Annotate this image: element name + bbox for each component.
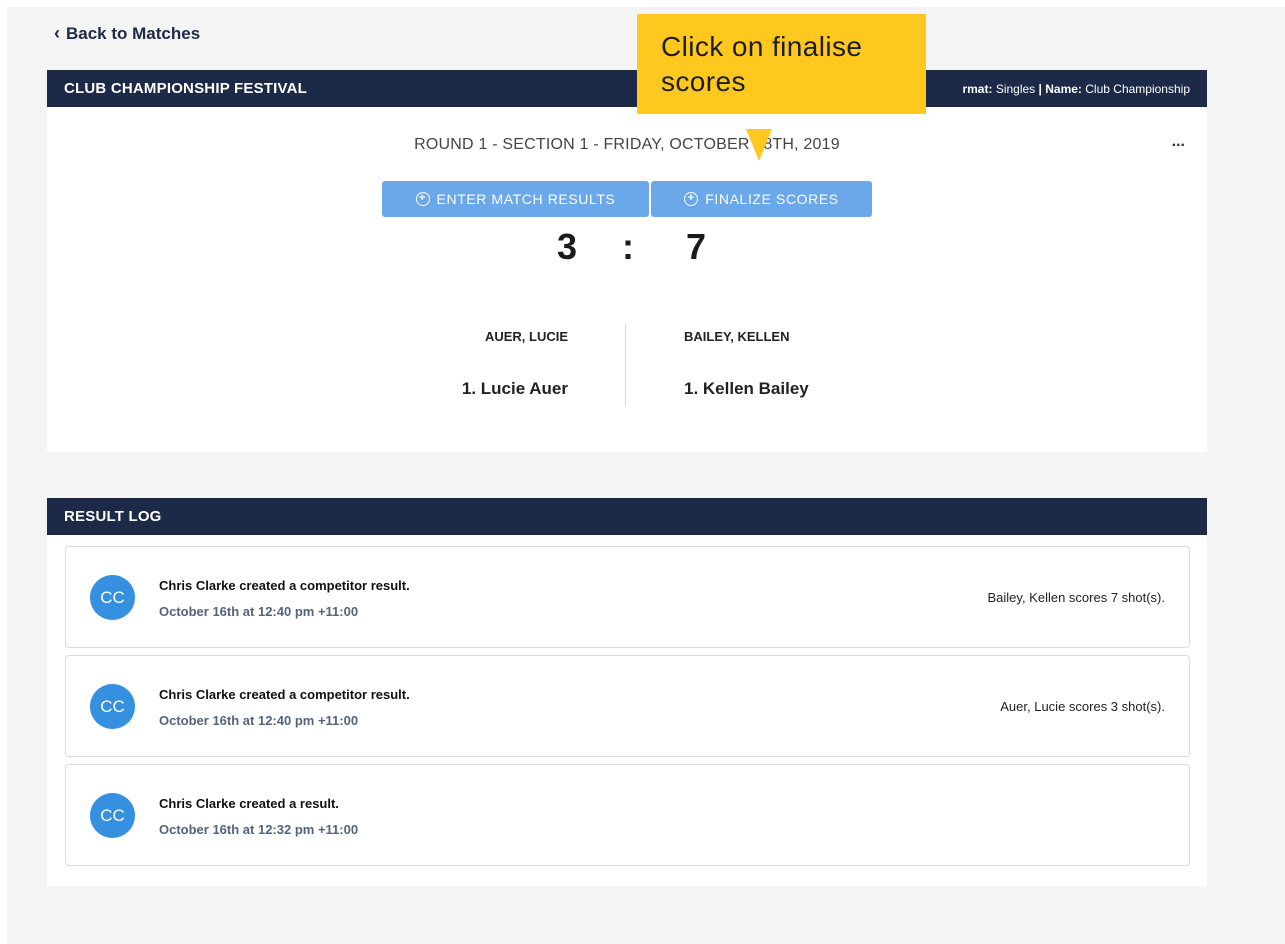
meta-name-label: Name: <box>1045 81 1082 96</box>
match-action-buttons: + ENTER MATCH RESULTS + FINALIZE SCORES <box>382 181 872 217</box>
score-away: 7 <box>686 226 707 267</box>
meta-format-value: Singles <box>995 81 1036 96</box>
finalize-scores-label: FINALIZE SCORES <box>705 191 839 207</box>
avatar: CC <box>90 684 135 729</box>
log-item-detail: Auer, Lucie scores 3 shot(s). <box>1000 699 1165 714</box>
back-link-label: Back to Matches <box>66 24 201 43</box>
meta-name-value: Club Championship <box>1085 81 1190 96</box>
match-meta: rmat: Singles | Name: Club Championship <box>962 82 1190 96</box>
log-item-title: Chris Clarke created a competitor result… <box>159 687 410 702</box>
round-title: ROUND 1 - SECTION 1 - FRIDAY, OCTOBER 18… <box>414 136 840 153</box>
tooltip-arrow-icon <box>746 129 772 161</box>
team-home-name: AUER, LUCIE <box>484 329 568 344</box>
player-home: 1. Lucie Auer <box>461 379 568 398</box>
result-log-title: RESULT LOG <box>64 508 162 525</box>
plus-circle-icon: + <box>415 192 430 206</box>
chevron-left-icon: ‹ <box>54 23 60 43</box>
avatar: CC <box>90 575 135 620</box>
avatar: CC <box>90 793 135 838</box>
match-card-header: CLUB CHAMPIONSHIP FESTIVAL rmat: Singles… <box>47 70 1207 107</box>
log-item-time: October 16th at 12:40 pm +11:00 <box>159 713 359 728</box>
score-home: 3 <box>556 226 577 267</box>
log-item-time: October 16th at 12:40 pm +11:00 <box>159 604 359 619</box>
enter-match-results-label: ENTER MATCH RESULTS <box>436 191 616 207</box>
meta-format-label: rmat: <box>962 81 993 96</box>
tutorial-tooltip: Click on finalise scores <box>637 14 926 114</box>
more-options-button[interactable]: ... <box>1172 133 1185 151</box>
log-item-title: Chris Clarke created a competitor result… <box>159 578 410 593</box>
finalize-scores-button[interactable]: + FINALIZE SCORES <box>651 181 872 217</box>
result-log-header: RESULT LOG <box>47 498 1207 535</box>
player-away: 1. Kellen Bailey <box>684 379 809 398</box>
match-card-title: CLUB CHAMPIONSHIP FESTIVAL <box>64 80 307 97</box>
log-item: CC Chris Clarke created a competitor res… <box>65 546 1190 648</box>
back-to-matches-link[interactable]: ‹ Back to Matches <box>54 24 200 44</box>
team-away-name: BAILEY, KELLEN <box>684 329 790 344</box>
match-score: 3 : 7 <box>47 226 1207 276</box>
log-item-title: Chris Clarke created a result. <box>159 796 339 811</box>
plus-circle-icon: + <box>684 192 699 206</box>
enter-match-results-button[interactable]: + ENTER MATCH RESULTS <box>382 181 649 217</box>
result-log-card: RESULT LOG CC Chris Clarke created a com… <box>47 498 1207 886</box>
log-item: CC Chris Clarke created a result. Octobe… <box>65 764 1190 866</box>
match-card: CLUB CHAMPIONSHIP FESTIVAL rmat: Singles… <box>47 70 1207 452</box>
log-item-time: October 16th at 12:32 pm +11:00 <box>159 822 359 837</box>
teams-divider <box>625 324 626 406</box>
meta-separator: | <box>1038 81 1042 96</box>
score-separator: : <box>622 226 634 267</box>
result-log-list: CC Chris Clarke created a competitor res… <box>65 546 1190 873</box>
log-item: CC Chris Clarke created a competitor res… <box>65 655 1190 757</box>
log-item-detail: Bailey, Kellen scores 7 shot(s). <box>987 590 1166 605</box>
